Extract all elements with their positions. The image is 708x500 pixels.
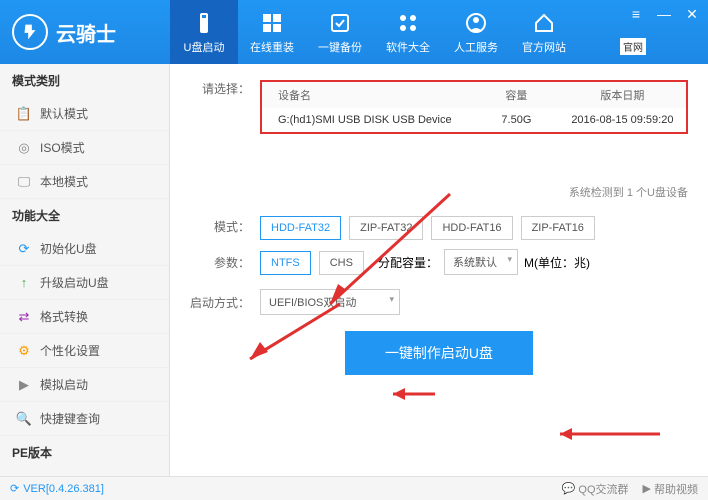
- logo-icon: [12, 14, 48, 50]
- sidebar-item[interactable]: 🔍 快捷键查询: [0, 402, 169, 436]
- tab-label: 在线重装: [250, 39, 294, 55]
- title-bar: 云骑士 U盘启动 在线重装 一键备份 软件大全 人工服务 官方网站 官网 ≡ — ✕: [0, 0, 708, 64]
- sidebar-item[interactable]: ⚙ 个性化设置: [0, 334, 169, 368]
- alloc-unit: M(单位：兆): [524, 254, 590, 271]
- sidebar-item[interactable]: ★专家版(标准): [0, 469, 169, 476]
- status-bar: ⟳ VER[0.4.26.381] 💬QQ交流群 ▶帮助视频: [0, 476, 708, 500]
- tab-home[interactable]: 官方网站: [510, 0, 578, 64]
- boot-mode-select[interactable]: UEFI/BIOS双启动: [260, 289, 400, 315]
- official-badge: 官网: [620, 38, 646, 55]
- mode-option[interactable]: ZIP-FAT16: [521, 216, 595, 240]
- sidebar-item-label: 本地模式: [40, 173, 88, 190]
- cell-device: G:(hd1)SMI USB DISK USB Device: [262, 114, 474, 126]
- tab-label: 一键备份: [318, 39, 362, 55]
- mode-option[interactable]: ZIP-FAT32: [349, 216, 423, 240]
- sidebar-item[interactable]: ▶ 模拟启动: [0, 368, 169, 402]
- version-label: VER[0.4.26.381]: [23, 483, 104, 495]
- cell-capacity: 7.50G: [474, 114, 559, 126]
- menu-icon[interactable]: ≡: [628, 6, 644, 22]
- sidebar-item-icon: ⚙: [16, 343, 32, 359]
- sidebar-group-header: 功能大全: [0, 199, 169, 232]
- alloc-label: 分配容量：: [378, 254, 438, 271]
- sidebar-item-label: 格式转换: [40, 308, 88, 325]
- help-video-link[interactable]: ▶帮助视频: [643, 481, 698, 497]
- create-usb-button[interactable]: 一键制作启动U盘: [345, 331, 533, 375]
- app-name: 云骑士: [56, 18, 116, 47]
- sidebar-item-label: 初始化U盘: [40, 240, 97, 257]
- refresh-icon[interactable]: ⟳: [10, 482, 19, 495]
- sidebar-item-icon: 🖵: [16, 174, 32, 190]
- usb-icon: [190, 9, 218, 37]
- main-tabs: U盘启动 在线重装 一键备份 软件大全 人工服务 官方网站: [170, 0, 578, 64]
- window-controls: ≡ — ✕: [628, 6, 700, 22]
- param-option[interactable]: NTFS: [260, 251, 311, 275]
- sidebar-item-label: 快捷键查询: [40, 410, 100, 427]
- sidebar-item-icon: ⟳: [16, 241, 32, 257]
- logo-area: 云骑士: [0, 14, 170, 50]
- th-capacity: 容量: [474, 87, 559, 103]
- video-icon: ▶: [643, 482, 651, 495]
- sidebar-item-icon: ▶: [16, 377, 32, 393]
- tab-label: 人工服务: [454, 39, 498, 55]
- select-label: 请选择：: [190, 80, 250, 97]
- home-icon: [530, 9, 558, 37]
- sidebar-item-icon: ⇄: [16, 309, 32, 325]
- sidebar-item[interactable]: 📋 默认模式: [0, 97, 169, 131]
- sidebar-item[interactable]: ↑ 升级启动U盘: [0, 266, 169, 300]
- boot-label: 启动方式：: [190, 294, 250, 311]
- detect-status: 系统检测到 1 个U盘设备: [190, 184, 688, 200]
- tab-label: U盘启动: [184, 39, 225, 55]
- tab-label: 软件大全: [386, 39, 430, 55]
- apps-icon: [394, 9, 422, 37]
- tab-windows[interactable]: 在线重装: [238, 0, 306, 64]
- device-table: 设备名 容量 版本日期 G:(hd1)SMI USB DISK USB Devi…: [260, 80, 688, 134]
- tab-support[interactable]: 人工服务: [442, 0, 510, 64]
- tab-usb[interactable]: U盘启动: [170, 0, 238, 64]
- sidebar-item-icon: ◎: [16, 140, 32, 156]
- sidebar-item-label: 默认模式: [40, 105, 88, 122]
- close-button[interactable]: ✕: [684, 6, 700, 22]
- sidebar-item-icon: ↑: [16, 275, 32, 291]
- mode-label: 模式：: [190, 218, 250, 235]
- windows-icon: [258, 9, 286, 37]
- main-panel: 请选择： 设备名 容量 版本日期 G:(hd1)SMI USB DISK USB…: [170, 64, 708, 476]
- tab-backup[interactable]: 一键备份: [306, 0, 374, 64]
- sidebar-item-label: 升级启动U盘: [40, 274, 109, 291]
- cell-date: 2016-08-15 09:59:20: [559, 114, 686, 126]
- sidebar-group-header: PE版本: [0, 436, 169, 469]
- qq-group-link[interactable]: 💬QQ交流群: [562, 481, 629, 497]
- sidebar-item-label: 模拟启动: [40, 376, 88, 393]
- tab-label: 官方网站: [522, 39, 566, 55]
- chat-icon: 💬: [562, 482, 576, 495]
- table-row[interactable]: G:(hd1)SMI USB DISK USB Device 7.50G 201…: [262, 108, 686, 132]
- th-date: 版本日期: [559, 87, 686, 103]
- sidebar-item[interactable]: 🖵 本地模式: [0, 165, 169, 199]
- th-device: 设备名: [262, 87, 474, 103]
- alloc-select[interactable]: 系统默认: [444, 249, 518, 275]
- sidebar: 模式类别 📋 默认模式 ◎ ISO模式 🖵 本地模式功能大全 ⟳ 初始化U盘 ↑ 升级启动U盘 ⇄ 格式…: [0, 64, 170, 476]
- param-label: 参数：: [190, 254, 250, 271]
- tab-apps[interactable]: 软件大全: [374, 0, 442, 64]
- param-option[interactable]: CHS: [319, 251, 364, 275]
- sidebar-item-label: 个性化设置: [40, 342, 100, 359]
- sidebar-item-label: ISO模式: [40, 139, 85, 156]
- minimize-button[interactable]: —: [656, 6, 672, 22]
- sidebar-item[interactable]: ◎ ISO模式: [0, 131, 169, 165]
- support-icon: [462, 9, 490, 37]
- sidebar-item-icon: 🔍: [16, 411, 32, 427]
- mode-option[interactable]: HDD-FAT16: [431, 216, 512, 240]
- backup-icon: [326, 9, 354, 37]
- sidebar-item[interactable]: ⟳ 初始化U盘: [0, 232, 169, 266]
- mode-option[interactable]: HDD-FAT32: [260, 216, 341, 240]
- sidebar-item[interactable]: ⇄ 格式转换: [0, 300, 169, 334]
- sidebar-group-header: 模式类别: [0, 64, 169, 97]
- sidebar-item-icon: 📋: [16, 106, 32, 122]
